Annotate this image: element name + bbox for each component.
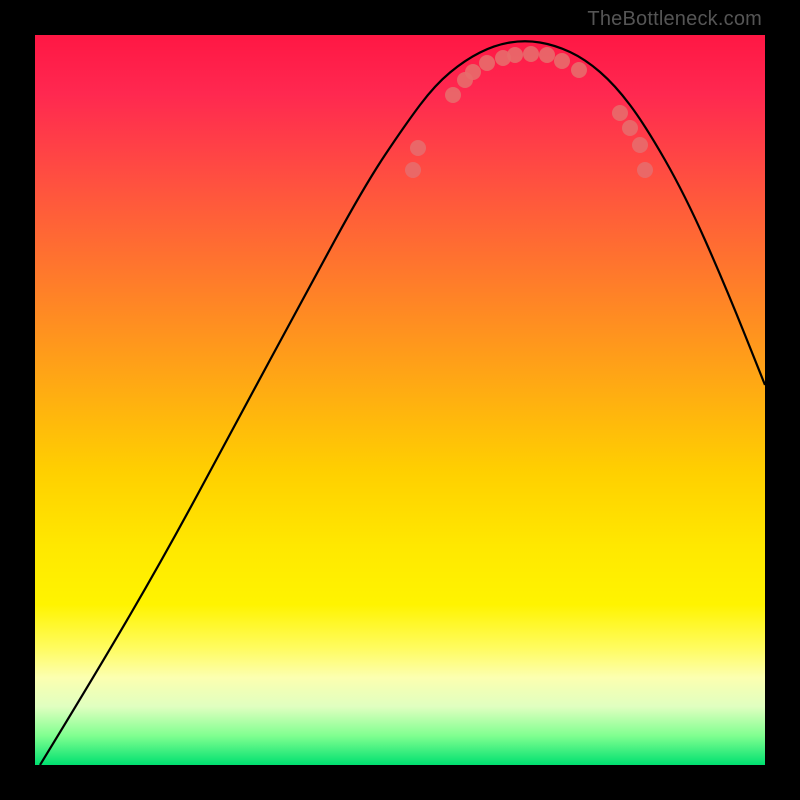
- data-marker: [405, 162, 421, 178]
- data-marker: [612, 105, 628, 121]
- data-marker: [445, 87, 461, 103]
- data-marker: [637, 162, 653, 178]
- data-marker: [571, 62, 587, 78]
- data-marker: [554, 53, 570, 69]
- data-marker: [410, 140, 426, 156]
- data-marker: [523, 46, 539, 62]
- plot-area: [35, 35, 765, 765]
- chart-svg: [35, 35, 765, 765]
- bottleneck-curve: [40, 41, 765, 765]
- marker-group: [405, 46, 653, 178]
- data-marker: [465, 64, 481, 80]
- data-marker: [479, 55, 495, 71]
- data-marker: [539, 47, 555, 63]
- chart-frame: TheBottleneck.com: [0, 0, 800, 800]
- data-marker: [507, 47, 523, 63]
- data-marker: [632, 137, 648, 153]
- watermark-text: TheBottleneck.com: [587, 8, 762, 31]
- data-marker: [622, 120, 638, 136]
